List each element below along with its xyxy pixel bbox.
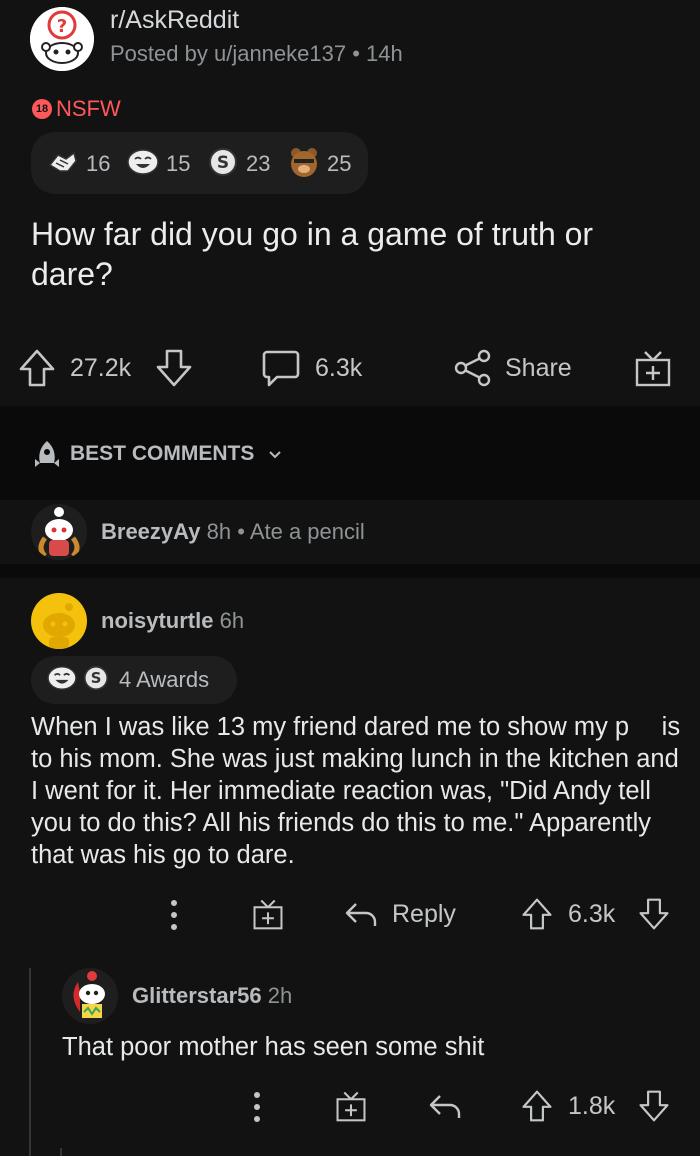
snoo-avatar-icon <box>38 507 80 558</box>
reply-button[interactable]: Reply <box>392 900 456 929</box>
snoo-avatar-icon <box>73 971 105 1018</box>
more-options-icon[interactable] <box>251 1090 263 1124</box>
subreddit-icon[interactable]: ? <box>30 7 94 71</box>
upvote-icon[interactable] <box>18 348 56 388</box>
comment-count[interactable]: 6.3k <box>315 354 362 383</box>
post-author[interactable]: u/janneke137 <box>214 41 346 66</box>
section-divider <box>0 564 700 578</box>
avatar[interactable] <box>31 593 87 649</box>
share-button[interactable]: Share <box>505 354 572 383</box>
meta-separator: • <box>352 41 360 66</box>
comment-body: When I was like 13 my friend dared me to… <box>31 713 681 869</box>
collapsed-comment-meta: BreezyAy 8h • Ate a pencil <box>101 519 365 545</box>
upvote-icon[interactable] <box>521 896 553 932</box>
reply-age: 2h <box>267 983 293 1008</box>
comment-score: 6.3k <box>568 900 616 928</box>
reply-body: That poor mother has seen some shit <box>62 1033 485 1061</box>
reply-score: 1.8k <box>568 1092 616 1120</box>
comments-icon[interactable] <box>261 348 301 388</box>
comment-awards[interactable]: S 4 Awards <box>31 656 237 704</box>
nsfw-label: NSFW <box>56 96 121 121</box>
downvote-icon[interactable] <box>638 896 670 932</box>
award-count-3: 23 <box>246 151 271 176</box>
silver-coin-award-icon: S <box>208 147 238 177</box>
give-award-icon[interactable] <box>335 1089 367 1123</box>
laughing-face-award-icon <box>47 665 77 696</box>
post-meta: Posted by u/janneke137 • 14h <box>110 41 403 67</box>
bear-award-icon <box>288 145 320 179</box>
downvote-icon[interactable] <box>155 348 193 388</box>
askreddit-snoo-icon: ? <box>30 7 94 71</box>
reply-arrow-icon[interactable] <box>344 900 378 928</box>
svg-text:S: S <box>91 670 102 687</box>
awards-count-label: 4 Awards <box>119 667 210 692</box>
reply-meta: Glitterstar56 2h <box>132 983 292 1009</box>
sort-dropdown[interactable]: BEST COMMENTS <box>70 442 282 466</box>
default-snoo-icon <box>43 603 75 649</box>
more-options-icon[interactable] <box>168 898 180 932</box>
post-age: 14h <box>366 41 403 66</box>
comment-age: 8h <box>206 519 232 544</box>
post-score: 27.2k <box>70 354 132 382</box>
nsfw-18-icon: 18 <box>32 99 52 119</box>
user-flair: Ate a pencil <box>249 519 365 544</box>
nsfw-tag: 18 NSFW <box>32 96 121 122</box>
posted-by-prefix: Posted by <box>110 41 208 66</box>
rocket-sort-icon <box>32 439 62 469</box>
post-title[interactable]: How far did you go in a game of truth or… <box>31 214 671 294</box>
give-award-icon[interactable] <box>634 348 672 388</box>
svg-text:?: ? <box>57 16 67 37</box>
award-count-2: 15 <box>166 151 191 176</box>
award-count-1: 16 <box>86 151 111 176</box>
reply-author[interactable]: Glitterstar56 <box>132 983 262 1008</box>
meta-separator: • <box>237 519 245 544</box>
comment-author[interactable]: noisyturtle <box>101 608 213 633</box>
comment-meta: noisyturtle 6h <box>101 608 244 634</box>
avatar[interactable] <box>31 504 87 560</box>
downvote-icon[interactable] <box>638 1088 670 1124</box>
subreddit-name[interactable]: r/AskReddit <box>110 6 239 35</box>
thread-line[interactable] <box>29 968 31 1156</box>
reply-arrow-icon[interactable] <box>428 1092 462 1120</box>
give-award-icon[interactable] <box>252 897 284 931</box>
svg-text:S: S <box>217 153 229 173</box>
upvote-icon[interactable] <box>521 1088 553 1124</box>
silver-coin-award-icon: S <box>83 665 109 696</box>
avatar[interactable] <box>62 968 118 1024</box>
award-count-4: 25 <box>327 151 352 176</box>
comment-age: 6h <box>219 608 245 633</box>
share-icon[interactable] <box>453 348 493 388</box>
chevron-down-icon <box>268 442 282 466</box>
laughing-face-award-icon <box>127 148 159 176</box>
nested-thread-line <box>60 1148 62 1156</box>
sort-label: BEST COMMENTS <box>70 442 255 465</box>
comment-author[interactable]: BreezyAy <box>101 519 200 544</box>
handshake-award-icon <box>46 147 78 177</box>
